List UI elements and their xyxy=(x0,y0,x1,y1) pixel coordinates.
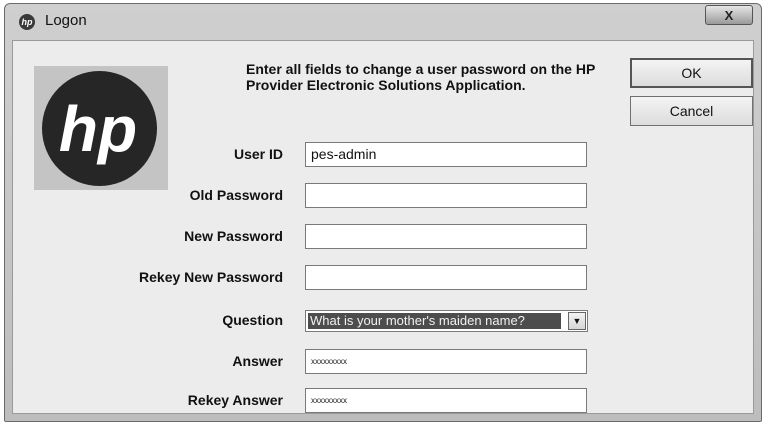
cancel-button[interactable]: Cancel xyxy=(630,96,753,126)
title-bar[interactable]: hp Logon X xyxy=(5,4,761,38)
answer-label: Answer xyxy=(232,353,283,369)
question-select[interactable]: What is your mother's maiden name? ▼ xyxy=(305,310,588,332)
hp-logo-text: hp xyxy=(59,93,137,165)
hp-logo-circle: hp xyxy=(42,71,157,186)
hp-logo: hp xyxy=(34,66,168,190)
new-password-label: New Password xyxy=(184,228,283,244)
ok-button[interactable]: OK xyxy=(630,58,753,88)
hp-logo-icon: hp xyxy=(19,14,35,30)
rekey-answer-field[interactable]: xxxxxxxxx xyxy=(305,388,587,413)
hp-logo-mark: hp xyxy=(59,93,137,165)
user-id-label: User ID xyxy=(233,146,283,162)
question-label: Question xyxy=(222,312,283,328)
close-button[interactable]: X xyxy=(705,5,753,25)
rekey-new-password-field[interactable] xyxy=(305,265,587,290)
rekey-new-password-label: Rekey New Password xyxy=(139,269,283,285)
old-password-field[interactable] xyxy=(305,183,587,208)
dialog-body: hp Enter all fields to change a user pas… xyxy=(12,40,754,414)
logon-window: hp Logon X hp Enter all fields to change… xyxy=(4,3,762,422)
user-id-field[interactable]: pes-admin xyxy=(305,142,587,167)
old-password-label: Old Password xyxy=(189,187,283,203)
answer-field[interactable]: xxxxxxxxx xyxy=(305,349,587,374)
window-title: Logon xyxy=(45,12,87,29)
rekey-answer-label: Rekey Answer xyxy=(187,392,283,408)
question-selected-value: What is your mother's maiden name? xyxy=(308,313,561,329)
new-password-field[interactable] xyxy=(305,224,587,249)
chevron-down-icon[interactable]: ▼ xyxy=(568,312,586,330)
close-icon: X xyxy=(724,8,734,23)
instructions-text: Enter all fields to change a user passwo… xyxy=(246,61,596,93)
